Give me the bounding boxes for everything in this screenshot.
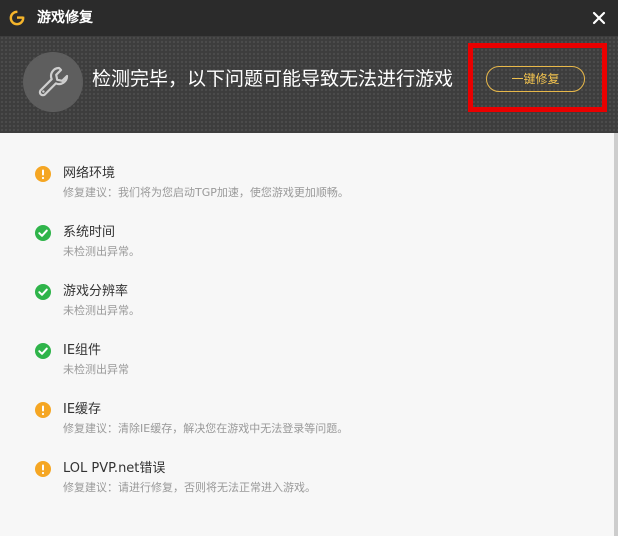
list-item: 系统时间 未检测出异常。 bbox=[35, 224, 595, 264]
list-item: 游戏分辨率 未检测出异常。 bbox=[35, 283, 595, 323]
scan-result-headline: 检测完毕，以下问题可能导致无法进行游戏 bbox=[92, 68, 454, 90]
item-desc: 修复建议：我们将为您启动TGP加速，使您游戏更加顺畅。 bbox=[63, 186, 349, 199]
list-item: IE缓存 修复建议：清除IE缓存，解决您在游戏中无法登录等问题。 bbox=[35, 401, 595, 441]
check-icon bbox=[35, 284, 51, 300]
g-logo-icon bbox=[9, 10, 25, 26]
list-item: LOL PVP.net错误 修复建议：请进行修复，否则将无法正常进入游戏。 bbox=[35, 460, 595, 500]
item-desc: 未检测出异常 bbox=[63, 363, 129, 376]
list-item: IE组件 未检测出异常 bbox=[35, 342, 595, 382]
close-icon[interactable] bbox=[591, 10, 607, 26]
highlight-annotation-box bbox=[468, 43, 607, 112]
item-title: IE缓存 bbox=[63, 402, 102, 417]
warning-icon bbox=[35, 166, 51, 182]
item-desc: 修复建议：请进行修复，否则将无法正常进入游戏。 bbox=[63, 481, 316, 494]
item-title: LOL PVP.net错误 bbox=[63, 461, 166, 476]
item-title: 游戏分辨率 bbox=[63, 284, 129, 299]
game-repair-window: 游戏修复 检测完毕，以下问题可能导致无法进行游戏 一键修复 网络环境 修复建议：… bbox=[0, 0, 618, 536]
list-item: 网络环境 修复建议：我们将为您启动TGP加速，使您游戏更加顺畅。 bbox=[35, 165, 595, 205]
warning-icon bbox=[35, 402, 51, 418]
check-icon bbox=[35, 225, 51, 241]
wrench-icon bbox=[38, 66, 69, 97]
check-results-list: 网络环境 修复建议：我们将为您启动TGP加速，使您游戏更加顺畅。 系统时间 未检… bbox=[0, 133, 618, 536]
item-desc: 修复建议：清除IE缓存，解决您在游戏中无法登录等问题。 bbox=[63, 422, 349, 435]
window-title: 游戏修复 bbox=[37, 10, 93, 26]
check-icon bbox=[35, 343, 51, 359]
item-title: IE组件 bbox=[63, 343, 102, 358]
wrench-icon-badge bbox=[23, 52, 83, 112]
title-bar: 游戏修复 bbox=[0, 0, 618, 36]
item-desc: 未检测出异常。 bbox=[63, 245, 140, 258]
item-desc: 未检测出异常。 bbox=[63, 304, 140, 317]
item-title: 系统时间 bbox=[63, 225, 116, 240]
item-title: 网络环境 bbox=[63, 166, 116, 181]
warning-icon bbox=[35, 461, 51, 477]
